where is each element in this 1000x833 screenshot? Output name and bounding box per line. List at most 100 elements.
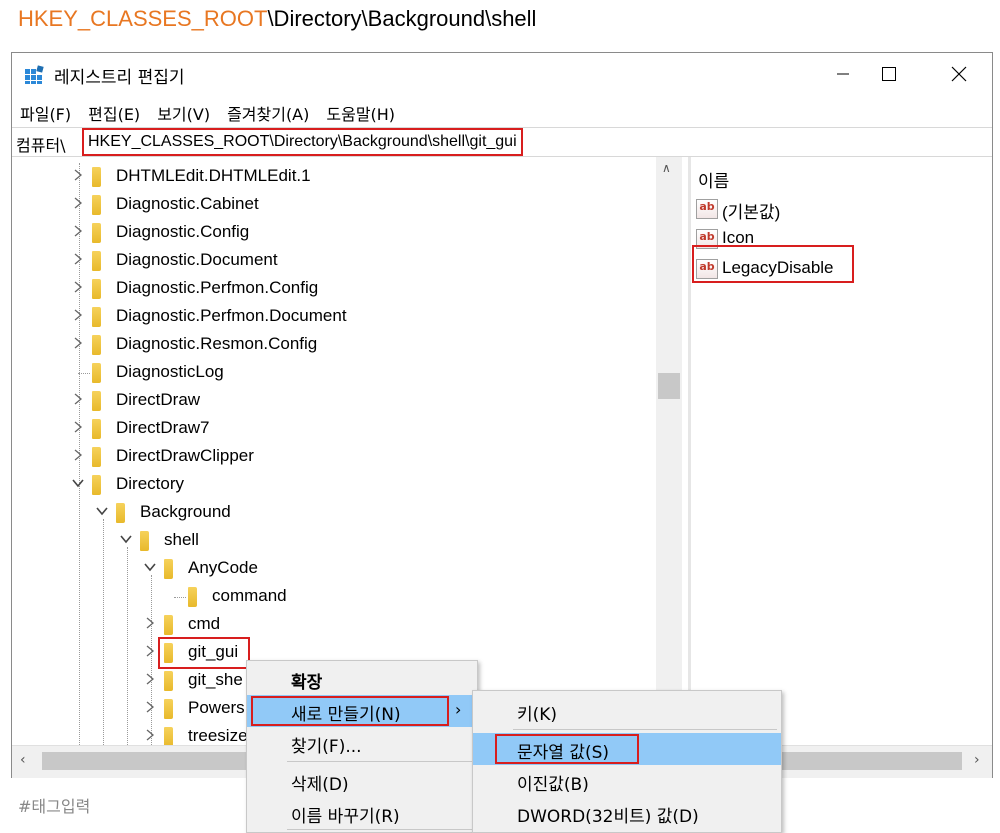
tree-scroll-thumb[interactable]	[658, 373, 680, 399]
tree-item[interactable]: Diagnostic.Document	[12, 247, 652, 275]
tree-item[interactable]: DiagnosticLog	[12, 359, 652, 387]
tree-connector	[78, 373, 90, 374]
expand-chevron-icon[interactable]	[144, 617, 158, 631]
pane-splitter[interactable]	[688, 157, 691, 745]
folder-icon	[188, 587, 204, 607]
expand-chevron-icon[interactable]	[72, 225, 86, 239]
folder-icon	[164, 559, 180, 579]
expand-chevron-icon[interactable]	[72, 281, 86, 295]
tree-item-label: Diagnostic.Perfmon.Config	[116, 278, 319, 297]
folder-icon	[92, 167, 108, 187]
tag-input[interactable]: #태그입력	[18, 793, 90, 817]
tree-item[interactable]: AnyCode	[12, 555, 652, 583]
submenu-item-dword-value[interactable]: DWORD(32비트) 값(D)	[473, 797, 781, 829]
menu-separator	[287, 761, 473, 762]
submenu-arrow-icon: ›	[455, 700, 462, 719]
tree-item-label: Diagnostic.Document	[116, 250, 278, 269]
tree-item-label: treesize	[188, 726, 248, 745]
tree-item-label: shell	[164, 530, 199, 549]
folder-icon	[92, 419, 108, 439]
expand-chevron-icon[interactable]	[72, 169, 86, 183]
registry-app-icon	[24, 65, 44, 85]
expand-chevron-icon[interactable]	[144, 701, 158, 715]
menu-file[interactable]: 파일(F)	[12, 97, 80, 125]
collapse-chevron-icon[interactable]	[120, 533, 134, 547]
values-column-name[interactable]: 이름	[698, 167, 729, 192]
heading-path: \Directory\Background\shell	[267, 6, 537, 31]
folder-icon	[92, 335, 108, 355]
heading-root-key: HKEY_CLASSES_ROOT	[18, 6, 268, 31]
tree-item-label: AnyCode	[188, 558, 258, 577]
expand-chevron-icon[interactable]	[72, 421, 86, 435]
tree-item[interactable]: Diagnostic.Resmon.Config	[12, 331, 652, 359]
values-pane: 이름 ab (기본값) ab Icon ab LegacyDisable	[692, 157, 992, 745]
scroll-left-icon[interactable]: ‹	[20, 752, 26, 768]
tree-item[interactable]: Diagnostic.Cabinet	[12, 191, 652, 219]
menu-view[interactable]: 보기(V)	[149, 97, 219, 125]
folder-icon	[92, 475, 108, 495]
tree-item[interactable]: DirectDraw7	[12, 415, 652, 443]
folder-icon	[164, 671, 180, 691]
collapse-chevron-icon[interactable]	[144, 561, 158, 575]
close-button[interactable]	[936, 53, 982, 95]
tree-item-label: Directory	[116, 474, 185, 493]
folder-icon	[92, 391, 108, 411]
folder-icon	[140, 531, 156, 551]
tree-item[interactable]: DirectDrawClipper	[12, 443, 652, 471]
tree-item-label: Diagnostic.Resmon.Config	[116, 334, 318, 353]
expand-chevron-icon[interactable]	[72, 253, 86, 267]
scroll-up-icon[interactable]: ∧	[662, 161, 671, 175]
menu-item-expand[interactable]: 확장	[247, 663, 477, 695]
folder-icon	[116, 503, 132, 523]
menu-separator	[513, 729, 777, 730]
expand-chevron-icon[interactable]	[72, 309, 86, 323]
git-gui-highlight	[158, 637, 250, 669]
tree-item-label: cmd	[188, 614, 221, 633]
expand-chevron-icon[interactable]	[72, 337, 86, 351]
collapse-chevron-icon[interactable]	[72, 477, 86, 491]
menu-help[interactable]: 도움말(H)	[318, 97, 404, 125]
address-bar[interactable]: 컴퓨터\ HKEY_CLASSES_ROOT\Directory\Backgro…	[12, 127, 992, 157]
tree-item[interactable]: cmd	[12, 611, 652, 639]
menu-favorites[interactable]: 즐겨찾기(A)	[219, 97, 318, 125]
scroll-right-icon[interactable]: ›	[974, 752, 980, 768]
string-value-icon: ab	[696, 199, 718, 219]
tree-item[interactable]: Diagnostic.Perfmon.Document	[12, 303, 652, 331]
tree-item[interactable]: Directory	[12, 471, 652, 499]
submenu-item-binary-value[interactable]: 이진값(B)	[473, 765, 781, 797]
tree-connector	[174, 597, 186, 598]
expand-chevron-icon[interactable]	[72, 449, 86, 463]
key-tree: DHTMLEdit.DHTMLEdit.1 Diagnostic.Cabinet D…	[12, 157, 676, 745]
maximize-button[interactable]	[866, 53, 912, 95]
expand-chevron-icon[interactable]	[72, 197, 86, 211]
tree-item[interactable]: Diagnostic.Config	[12, 219, 652, 247]
expand-chevron-icon[interactable]	[144, 673, 158, 687]
tree-item[interactable]: DirectDraw	[12, 387, 652, 415]
minimize-button[interactable]	[820, 53, 866, 95]
tree-vertical-scrollbar[interactable]: ∧	[656, 157, 682, 745]
menu-item-delete[interactable]: 삭제(D)	[247, 765, 477, 797]
window-title: 레지스트리 편집기	[54, 68, 185, 88]
tree-item[interactable]: Background	[12, 499, 652, 527]
tree-item-label: Diagnostic.Perfmon.Document	[116, 306, 347, 325]
string-value-highlight	[495, 734, 639, 764]
page-heading: HKEY_CLASSES_ROOT\Directory\Background\s…	[18, 6, 536, 32]
menu-edit[interactable]: 편집(E)	[80, 97, 149, 125]
folder-icon	[164, 699, 180, 719]
tree-item-label: git_she	[188, 670, 243, 689]
registry-editor-window: 레지스트리 편집기 파일(F) 편집(E) 보기(V) 즐겨찾기(A) 도움말(…	[11, 52, 993, 778]
address-path[interactable]: HKEY_CLASSES_ROOT\Directory\Background\s…	[82, 128, 523, 156]
tree-item[interactable]: shell	[12, 527, 652, 555]
tree-item[interactable]: DHTMLEdit.DHTMLEdit.1	[12, 163, 652, 191]
tree-item-label: Diagnostic.Config	[116, 222, 250, 241]
tree-item[interactable]: Diagnostic.Perfmon.Config	[12, 275, 652, 303]
expand-chevron-icon[interactable]	[144, 645, 158, 659]
expand-chevron-icon[interactable]	[72, 393, 86, 407]
menu-item-find[interactable]: 찾기(F)...	[247, 727, 477, 759]
submenu-item-key[interactable]: 키(K)	[473, 695, 781, 727]
context-menu: 확장 새로 만들기(N) › 찾기(F)... 삭제(D) 이름 바꾸기(R)	[246, 660, 478, 833]
collapse-chevron-icon[interactable]	[96, 505, 110, 519]
tree-item[interactable]: command	[12, 583, 652, 611]
menu-item-rename[interactable]: 이름 바꾸기(R)	[247, 797, 477, 829]
expand-chevron-icon[interactable]	[144, 729, 158, 743]
